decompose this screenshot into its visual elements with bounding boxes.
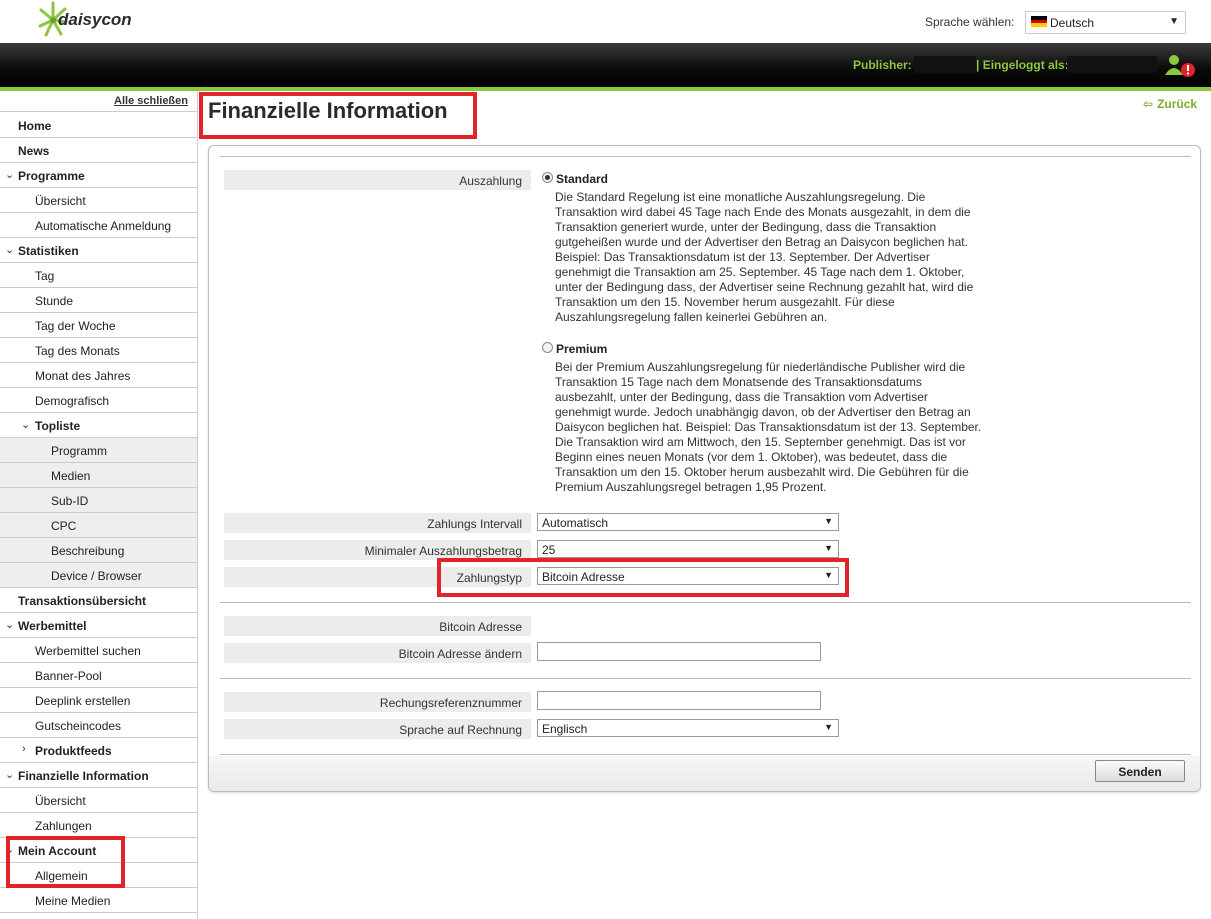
sidebar-item-news[interactable]: News — [0, 138, 197, 163]
sidebar-item-zahlungen[interactable]: Zahlungen — [0, 813, 197, 838]
send-button[interactable]: Senden — [1095, 760, 1185, 782]
sidebar-item-topliste-cpc[interactable]: CPC — [0, 513, 197, 538]
sidebar-item-programme[interactable]: ⌄ Programme — [0, 163, 197, 188]
standard-title: Standard — [556, 172, 609, 186]
dropdown-arrow-icon: ▼ — [824, 543, 833, 553]
form-footer — [209, 756, 1200, 791]
sidebar-item-werbemittel[interactable]: ⌄ Werbemittel — [0, 613, 197, 638]
daisycon-logo[interactable]: daisycon — [38, 0, 148, 40]
account-bar: Publisher: | Eingeloggt als: — [0, 43, 1211, 87]
radio-standard[interactable] — [542, 172, 553, 183]
sidebar-item-meine-medien[interactable]: Meine Medien — [0, 888, 197, 913]
dropdown-arrow-icon: ▼ — [824, 722, 833, 732]
sidebar-item-gutscheincodes[interactable]: Gutscheincodes — [0, 713, 197, 738]
sidebar-item-tag-des-monats[interactable]: Tag des Monats — [0, 338, 197, 363]
financial-info-form: Auszahlung Standard Die Standard Regelun… — [208, 145, 1201, 792]
sidebar-item-werbemittel-suchen[interactable]: Werbemittel suchen — [0, 638, 197, 663]
sidebar-item-home[interactable]: Home — [0, 113, 197, 138]
sidebar-item-produktfeeds[interactable]: › Produktfeeds — [0, 738, 197, 763]
collapse-all-row: Alle schließen — [0, 91, 197, 112]
chevron-down-icon: ⌄ — [5, 769, 15, 781]
invoice-ref-input[interactable] — [537, 691, 821, 710]
highlight-mein-account — [6, 836, 125, 888]
dropdown-arrow-icon: ▼ — [824, 516, 833, 526]
sidebar-item-topliste-beschreibung[interactable]: Beschreibung — [0, 538, 197, 563]
dropdown-arrow-icon: ▼ — [1169, 16, 1179, 27]
chevron-down-icon: ⌄ — [5, 619, 15, 631]
highlight-page-title — [199, 92, 477, 139]
sidebar-item-topliste-programm[interactable]: Programm — [0, 438, 197, 463]
sidebar-item-banner-pool[interactable]: Banner-Pool — [0, 663, 197, 688]
german-flag-icon — [1031, 16, 1047, 27]
sidebar-item-automatische-anmeldung[interactable]: Automatische Anmeldung — [0, 213, 197, 238]
min-amount-select[interactable]: 25 ▼ — [537, 540, 839, 558]
brand-name: daisycon — [58, 10, 132, 29]
interval-value: Automatisch — [542, 516, 609, 530]
sidebar-item-deeplink-erstellen[interactable]: Deeplink erstellen — [0, 688, 197, 713]
sidebar-item-tag[interactable]: Tag — [0, 263, 197, 288]
sidebar-item-topliste-medien[interactable]: Medien — [0, 463, 197, 488]
back-link-label: Zurück — [1157, 97, 1198, 111]
arrow-left-icon: ⇦ — [1143, 97, 1154, 111]
payout-label: Auszahlung — [224, 170, 531, 190]
sidebar-item-statistiken[interactable]: ⌄ Statistiken — [0, 238, 197, 263]
min-amount-label: Minimaler Auszahlungsbetrag — [224, 540, 531, 560]
interval-select[interactable]: Automatisch ▼ — [537, 513, 839, 531]
invoice-language-value: Englisch — [542, 722, 588, 736]
bitcoin-address-label: Bitcoin Adresse — [224, 616, 531, 636]
user-alert-icon[interactable] — [1163, 53, 1197, 79]
sidebar-item-programme-uebersicht[interactable]: Übersicht — [0, 188, 197, 213]
language-label: Sprache wählen: — [925, 15, 1015, 29]
sidebar-item-demografisch[interactable]: Demografisch — [0, 388, 197, 413]
language-value: Deutsch — [1050, 16, 1095, 30]
sidebar-item-topliste[interactable]: ⌄ Topliste — [0, 413, 197, 438]
chevron-down-icon: ⌄ — [5, 244, 15, 256]
sidebar-item-finanz-uebersicht[interactable]: Übersicht — [0, 788, 197, 813]
divider — [220, 156, 1191, 157]
min-amount-value: 25 — [542, 543, 556, 557]
top-header: daisycon Sprache wählen: Deutsch ▼ — [0, 0, 1211, 43]
sidebar: Alle schließen Home News ⌄ Programme Über… — [0, 91, 198, 919]
username-redacted — [1067, 56, 1157, 73]
invoice-ref-label: Rechungsreferenznummer — [224, 692, 531, 712]
back-link[interactable]: ⇦ Zurück — [1143, 97, 1197, 111]
sidebar-item-stunde[interactable]: Stunde — [0, 288, 197, 313]
divider — [220, 754, 1191, 755]
chevron-right-icon: › — [22, 743, 26, 755]
bitcoin-address-input[interactable] — [537, 642, 821, 661]
invoice-language-label: Sprache auf Rechnung — [224, 719, 531, 739]
collapse-all-link[interactable]: Alle schließen — [114, 95, 188, 107]
divider — [220, 602, 1191, 603]
highlight-payment-type — [437, 558, 849, 597]
divider — [220, 678, 1191, 679]
premium-title: Premium — [556, 342, 608, 356]
publisher-label: Publisher: — [853, 58, 912, 72]
bitcoin-change-label: Bitcoin Adresse ändern — [224, 643, 531, 663]
interval-label: Zahlungs Intervall — [224, 513, 531, 533]
chevron-down-icon: ⌄ — [21, 419, 31, 431]
radio-premium[interactable] — [542, 342, 553, 353]
chevron-down-icon: ⌄ — [5, 169, 15, 181]
premium-description: Bei der Premium Auszahlungsregelung für … — [555, 360, 982, 494]
invoice-language-select[interactable]: Englisch ▼ — [537, 719, 839, 737]
sidebar-item-monat-des-jahres[interactable]: Monat des Jahres — [0, 363, 197, 388]
sidebar-item-topliste-sub-id[interactable]: Sub-ID — [0, 488, 197, 513]
sidebar-item-topliste-device-browser[interactable]: Device / Browser — [0, 563, 197, 588]
standard-description: Die Standard Regelung ist eine monatlich… — [555, 190, 974, 324]
sidebar-item-tag-der-woche[interactable]: Tag der Woche — [0, 313, 197, 338]
logged-in-label: | Eingeloggt als: — [976, 58, 1069, 72]
language-select[interactable]: Deutsch ▼ — [1025, 11, 1186, 34]
sidebar-item-transaktionsuebersicht[interactable]: Transaktionsübersicht — [0, 588, 197, 613]
publisher-value-redacted — [914, 56, 976, 73]
sidebar-item-finanzielle-information[interactable]: ⌄ Finanzielle Information — [0, 763, 197, 788]
